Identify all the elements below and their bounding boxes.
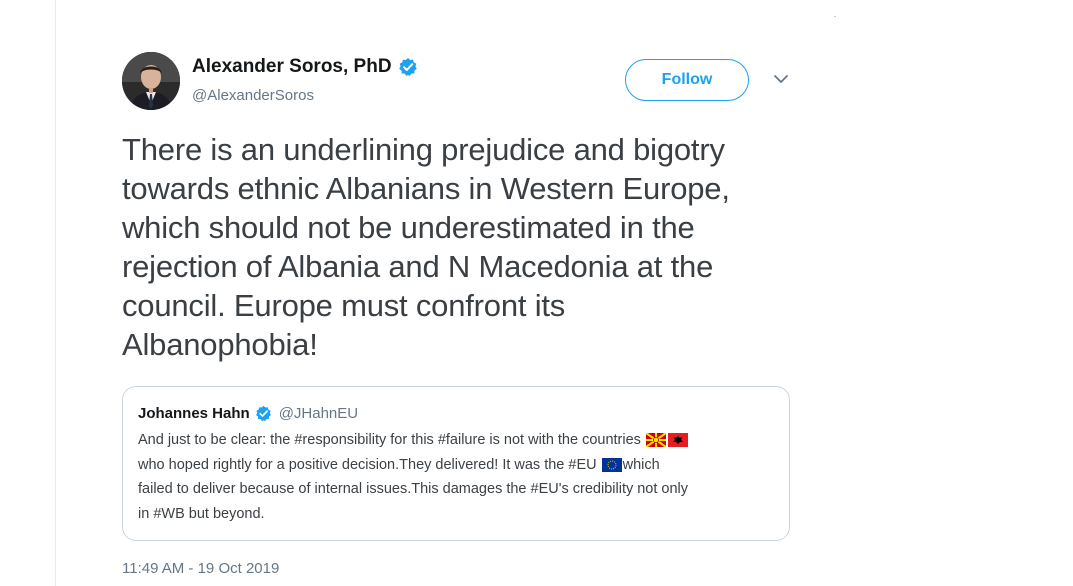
quoted-tweet-header: Johannes Hahn @JHahnEU: [138, 405, 775, 422]
quoted-text-line: failed to deliver because of internal is…: [138, 481, 689, 497]
author-display-name[interactable]: Alexander Soros, PhD: [192, 56, 392, 78]
avatar[interactable]: [122, 52, 180, 110]
quoted-text-segment: which: [622, 456, 660, 473]
quoted-text-segment: And just to be clear: the #responsibilit…: [138, 432, 641, 448]
tweet-text-line: council. Europe must confront its: [122, 288, 566, 323]
quoted-tweet-text: And just to be clear: the #responsibilit…: [138, 428, 778, 526]
albania-flag-icon: [667, 431, 688, 447]
chevron-down-icon[interactable]: [772, 72, 790, 86]
quoted-tweet-card[interactable]: Johannes Hahn @JHahnEU And just to be cl…: [122, 386, 790, 541]
author-name-row[interactable]: Alexander Soros, PhD: [192, 56, 418, 78]
eu-flag-icon: [601, 456, 622, 472]
tweet-text: There is an underlining prejudice and bi…: [122, 130, 812, 364]
verified-badge-icon: [398, 57, 418, 77]
verified-badge-icon: [255, 405, 272, 422]
tweet-text-line: There is an underlining prejudice and bi…: [122, 132, 725, 167]
tweet-text-line: Albanophobia!: [122, 327, 318, 362]
tweet-text-line: towards ethnic Albanians in Western Euro…: [122, 171, 730, 206]
follow-button[interactable]: Follow: [625, 59, 749, 101]
quoted-text-segment: who hoped rightly for a positive decisio…: [138, 456, 597, 473]
tweet-text-line: rejection of Albania and N Macedonia at …: [122, 249, 714, 284]
timeline-left-border: [55, 0, 56, 586]
quoted-author-handle: @JHahnEU: [278, 405, 359, 422]
quoted-text-line: And just to be clear: the #responsibilit…: [138, 428, 778, 453]
quoted-text-line: who hoped rightly for a positive decisio…: [138, 453, 778, 478]
quoted-text-line: in #WB but beyond.: [138, 505, 265, 522]
tweet-text-line: which should not be underestimated in th…: [122, 210, 695, 245]
author-handle[interactable]: @AlexanderSoros: [192, 87, 314, 104]
tweet-timestamp[interactable]: 11:49 AM - 19 Oct 2019: [122, 560, 279, 577]
north-macedonia-flag-icon: [645, 431, 667, 448]
quoted-author-name: Johannes Hahn: [138, 405, 250, 422]
decorative-dot: [834, 16, 836, 17]
